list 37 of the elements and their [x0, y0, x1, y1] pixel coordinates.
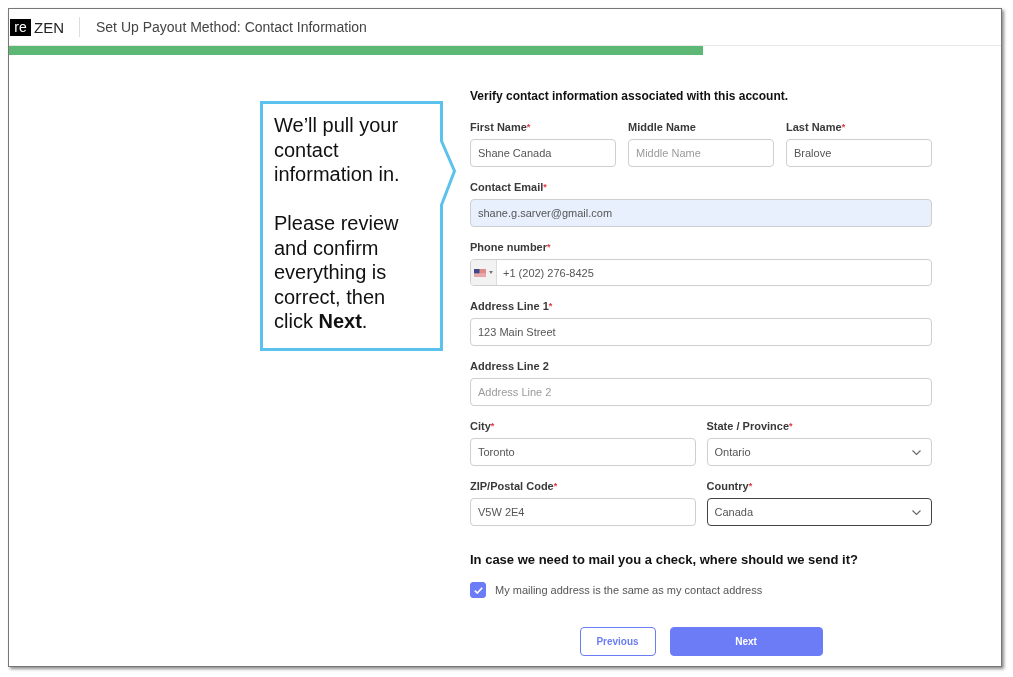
field-label: Last Name* [786, 120, 846, 134]
chevron-down-icon [912, 449, 921, 455]
previous-button[interactable]: Previous [579, 627, 656, 656]
chevron-down-icon [912, 509, 921, 515]
field-label: City* [470, 419, 495, 433]
input-field[interactable]: Shane Canada [470, 139, 616, 167]
field-label: Phone number* [470, 240, 551, 254]
field-label: Middle Name [628, 120, 696, 134]
field-label: Country* [706, 479, 753, 493]
input-field[interactable]: Middle Name [628, 139, 774, 167]
form-heading: Verify contact information associated with this account. [470, 89, 790, 104]
field-label: ZIP/Postal Code* [470, 479, 558, 493]
dropdown-field[interactable]: Canada [706, 498, 932, 526]
logo-text: ZEN [34, 18, 64, 36]
field-label: First Name* [470, 120, 531, 134]
checkbox-label: My mailing address is the same as my contact address [495, 584, 763, 596]
field-label: Address Line 1* [470, 299, 553, 313]
page-title: Set Up Payout Method: Contact Information [96, 19, 367, 35]
country-code-button[interactable] [471, 260, 497, 285]
callout-text: Please review and confirm everything is correct, then click Next. [274, 211, 400, 334]
next-button[interactable]: Next [669, 627, 823, 656]
field-label: Contact Email* [470, 180, 547, 194]
dropdown-field[interactable]: Ontario [706, 438, 932, 466]
field-label: State / Province* [706, 419, 793, 433]
input-field[interactable]: 123 Main Street [470, 318, 932, 346]
check-icon [473, 586, 483, 594]
input-field[interactable]: shane.g.sarver@gmail.com [470, 199, 932, 227]
field-label: Address Line 2 [470, 359, 549, 373]
checkbox[interactable] [470, 582, 486, 598]
logo-tile: re [10, 18, 31, 36]
input-field[interactable]: V5W 2E4 [470, 498, 696, 526]
input-field[interactable]: Address Line 2 [470, 378, 932, 406]
callout-text: We’ll pull your contact information in. [274, 113, 401, 187]
caret-icon [489, 271, 493, 274]
input-field[interactable]: Toronto [470, 438, 696, 466]
input-field[interactable]: Bralove [786, 139, 932, 167]
section-heading: In case we need to mail you a check, where should we send it? [470, 552, 859, 567]
